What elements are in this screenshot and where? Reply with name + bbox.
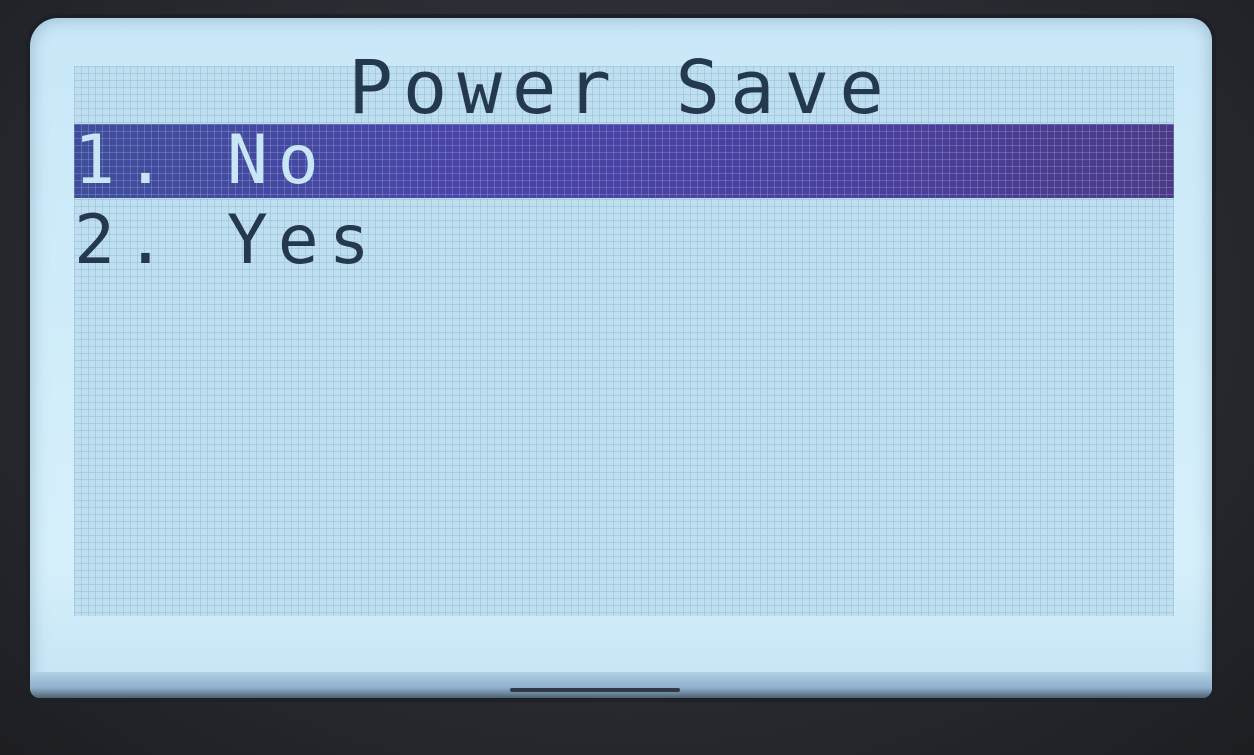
screen-bottom-edge [30,672,1212,698]
menu-item-yes[interactable]: 2. Yes [74,204,1174,278]
device-bezel: Power Save 1. No 2. Yes [0,0,1254,755]
lcd-screen: Power Save 1. No 2. Yes [30,18,1212,698]
menu-item-no[interactable]: 1. No [74,124,1174,198]
page-title: Power Save [348,45,894,131]
screen-notch [510,688,680,692]
